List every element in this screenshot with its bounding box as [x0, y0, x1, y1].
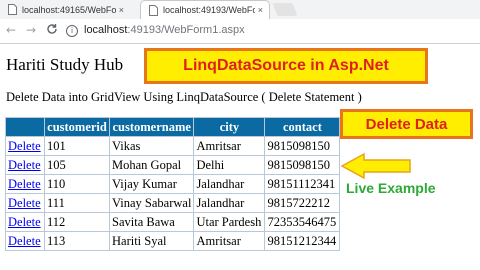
table-row: Delete 101 Vikas Amritsar 9815098150	[5, 136, 341, 156]
browser-tab-2[interactable]: localhost:49193/WebForm ×	[140, 0, 270, 19]
page-icon	[8, 4, 17, 15]
back-icon[interactable]: ←	[6, 23, 16, 37]
title-banner: LinqDataSource in Asp.Net	[144, 48, 428, 84]
table-row: Delete 105 Mohan Gopal Delhi 9815098150	[5, 155, 341, 175]
contact-cell: 9815098150	[264, 136, 341, 156]
reload-icon[interactable]	[46, 23, 58, 35]
customername-cell: Mohan Gopal	[108, 155, 195, 175]
delete-link[interactable]: Delete	[8, 139, 41, 153]
url-path: :49193/WebForm1.aspx	[127, 24, 245, 36]
contact-cell: 98151212344	[264, 231, 341, 251]
browser-tab-strip: localhost:49165/WebForm × localhost:4919…	[0, 0, 480, 19]
delete-link[interactable]: Delete	[8, 215, 41, 229]
forward-icon[interactable]: →	[26, 23, 36, 37]
customerid-cell: 112	[44, 212, 110, 232]
close-tab-icon[interactable]: ×	[258, 5, 263, 15]
customerid-cell: 111	[44, 193, 110, 213]
delete-link[interactable]: Delete	[8, 234, 41, 248]
url-host: localhost	[84, 24, 128, 36]
city-cell: Jalandhar	[193, 193, 266, 213]
browser-toolbar: ← → i localhost:49193/WebForm1.aspx	[0, 19, 480, 44]
table-row: Delete 110 Vijay Kumar Jalandhar 9815111…	[5, 174, 341, 194]
grid-header-row: customerid customername city contact	[5, 117, 341, 137]
customerid-cell: 113	[44, 231, 110, 251]
page-subheading: Delete Data into GridView Using LinqData…	[6, 90, 362, 104]
page-title: Hariti Study Hub	[6, 55, 124, 74]
pointer-arrow-icon	[340, 152, 411, 180]
city-cell: Amritsar	[193, 136, 266, 156]
contact-cell: 72353546475	[264, 212, 341, 232]
table-row: Delete 111 Vinay Sabarwal Jalandhar 9815…	[5, 193, 341, 213]
browser-tab-1[interactable]: localhost:49165/WebForm ×	[0, 0, 130, 19]
city-cell: Utar Pardesh	[193, 212, 266, 232]
contact-cell: 9815098150	[264, 155, 341, 175]
column-header-contact: contact	[264, 117, 341, 137]
table-row: Delete 113 Hariti Syal Amritsar 98151212…	[5, 231, 341, 251]
column-header-customerid: customerid	[44, 117, 110, 137]
column-header-customername: customername	[108, 117, 195, 137]
contact-cell: 9815722212	[264, 193, 341, 213]
customer-gridview: customerid customername city contact Del…	[5, 117, 341, 251]
delete-data-banner: Delete Data	[340, 109, 473, 139]
delete-link[interactable]: Delete	[8, 196, 41, 210]
customername-cell: Vijay Kumar	[108, 174, 195, 194]
customerid-cell: 101	[44, 136, 110, 156]
city-cell: Delhi	[193, 155, 266, 175]
customerid-cell: 105	[44, 155, 110, 175]
tab-title: localhost:49165/WebForm	[22, 4, 116, 15]
customername-cell: Hariti Syal	[108, 231, 195, 251]
column-header-action	[5, 117, 45, 137]
page-icon	[149, 4, 158, 16]
close-tab-icon[interactable]: ×	[119, 5, 124, 15]
contact-cell: 98151112341	[264, 174, 341, 194]
customerid-cell: 110	[44, 174, 110, 194]
live-example-label: Live Example	[346, 180, 436, 196]
address-bar[interactable]: localhost:49193/WebForm1.aspx	[84, 24, 245, 36]
tab-title: localhost:49193/WebForm	[163, 5, 255, 15]
delete-link[interactable]: Delete	[8, 158, 41, 172]
table-row: Delete 112 Savita Bawa Utar Pardesh 7235…	[5, 212, 341, 232]
customername-cell: Vikas	[108, 136, 195, 156]
site-info-icon[interactable]: i	[66, 25, 78, 37]
customername-cell: Savita Bawa	[108, 212, 195, 232]
city-cell: Amritsar	[193, 231, 266, 251]
delete-link[interactable]: Delete	[8, 177, 41, 191]
customername-cell: Vinay Sabarwal	[108, 193, 195, 213]
column-header-city: city	[193, 117, 266, 137]
city-cell: Jalandhar	[193, 174, 266, 194]
new-tab-button[interactable]	[272, 3, 298, 16]
